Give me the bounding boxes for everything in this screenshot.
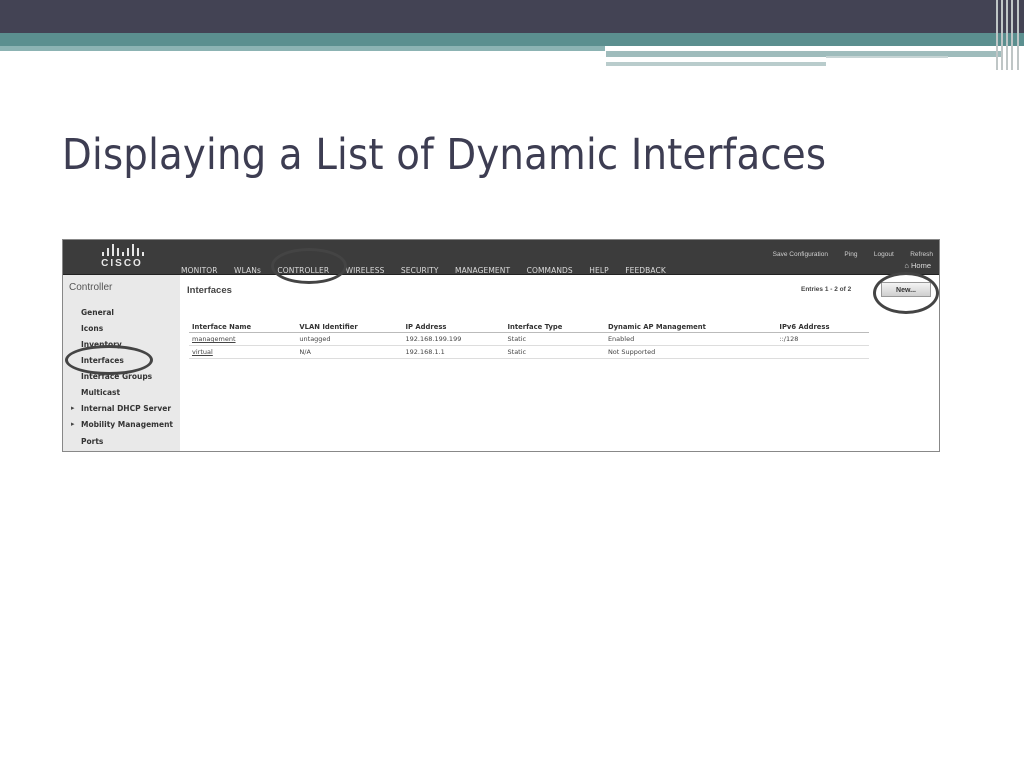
column-header: VLAN Identifier	[296, 322, 403, 333]
highlight-circle-new-button	[873, 272, 939, 314]
home-icon: ⌂	[904, 261, 909, 270]
slide-teal-band	[0, 33, 1024, 46]
slide-title: Displaying a List of Dynamic Interfaces	[62, 130, 827, 180]
slide-header-band	[0, 0, 1024, 33]
menu-management[interactable]: MANAGEMENT	[455, 266, 510, 275]
menu-help[interactable]: HELP	[589, 266, 608, 275]
interface-name-link[interactable]: virtual	[189, 345, 297, 359]
home-link[interactable]: ⌂ Home	[904, 261, 931, 270]
page-title: Interfaces	[187, 285, 232, 296]
interface-name-link[interactable]: management	[189, 332, 297, 346]
column-header: IPv6 Address	[776, 322, 869, 333]
wlc-screenshot: CISCO MONITOR WLANs CONTROLLER WIRELESS …	[62, 239, 940, 452]
cisco-logo-text: CISCO	[101, 258, 143, 269]
expand-caret-icon[interactable]: ▸	[71, 404, 75, 412]
table-cell: Static	[504, 332, 605, 346]
interfaces-table: Interface Name VLAN Identifier IP Addres…	[189, 322, 869, 359]
table-cell: 192.168.1.1	[402, 345, 505, 359]
cisco-bars-icon	[100, 244, 144, 256]
cisco-logo: CISCO	[97, 244, 147, 270]
sidebar-item-mobility-management[interactable]: Mobility Management	[81, 420, 173, 429]
menu-security[interactable]: SECURITY	[401, 266, 439, 275]
refresh-link[interactable]: Refresh	[910, 251, 933, 258]
logout-link[interactable]: Logout	[874, 251, 894, 258]
table-cell: Not Supported	[604, 345, 777, 359]
table-cell: untagged	[296, 332, 403, 346]
sidebar-item-internal-dhcp-server[interactable]: Internal DHCP Server	[81, 404, 171, 413]
column-header: Interface Type	[504, 322, 605, 333]
slide-teal-accent	[0, 46, 605, 51]
table-cell	[776, 345, 869, 359]
wlc-top-links: Save Configuration Ping Logout Refresh	[761, 243, 933, 261]
table-header-row: Interface Name VLAN Identifier IP Addres…	[189, 322, 869, 333]
slide-vertical-bars	[994, 0, 1024, 70]
menu-wireless[interactable]: WIRELESS	[346, 266, 385, 275]
wlc-main-menu: MONITOR WLANs CONTROLLER WIRELESS SECURI…	[181, 260, 678, 275]
sidebar-item-icons[interactable]: Icons	[81, 324, 103, 333]
menu-feedback[interactable]: FEEDBACK	[625, 266, 666, 275]
column-header: IP Address	[402, 322, 505, 333]
slide-accent-line	[826, 56, 948, 58]
sidebar-item-multicast[interactable]: Multicast	[81, 388, 120, 397]
sidebar-item-general[interactable]: General	[81, 308, 114, 317]
menu-monitor[interactable]: MONITOR	[181, 266, 218, 275]
content-area: Interfaces Entries 1 - 2 of 2 New... Int…	[181, 275, 939, 451]
table-cell: N/A	[296, 345, 403, 359]
menu-commands[interactable]: COMMANDS	[527, 266, 573, 275]
menu-wlans[interactable]: WLANs	[234, 266, 261, 275]
table-cell: ::/128	[776, 332, 869, 346]
home-label: Home	[910, 261, 931, 270]
highlight-circle-controller	[271, 248, 347, 284]
ping-link[interactable]: Ping	[844, 251, 857, 258]
sidebar-title: Controller	[69, 282, 113, 293]
column-header: Interface Name	[189, 322, 297, 333]
slide-accent-line	[606, 62, 826, 66]
table-cell: Enabled	[604, 332, 777, 346]
expand-caret-icon[interactable]: ▸	[71, 420, 75, 428]
table-cell: Static	[504, 345, 605, 359]
table-row: virtual N/A 192.168.1.1 Static Not Suppo…	[189, 345, 869, 359]
save-configuration-link[interactable]: Save Configuration	[773, 251, 828, 258]
table-row: management untagged 192.168.199.199 Stat…	[189, 332, 869, 346]
wlc-top-bar: CISCO MONITOR WLANs CONTROLLER WIRELESS …	[63, 240, 939, 275]
table-cell: 192.168.199.199	[402, 332, 505, 346]
highlight-circle-interfaces	[65, 345, 153, 375]
column-header: Dynamic AP Management	[604, 322, 777, 333]
sidebar-item-ports[interactable]: Ports	[81, 437, 103, 446]
entries-count: Entries 1 - 2 of 2	[801, 286, 852, 293]
